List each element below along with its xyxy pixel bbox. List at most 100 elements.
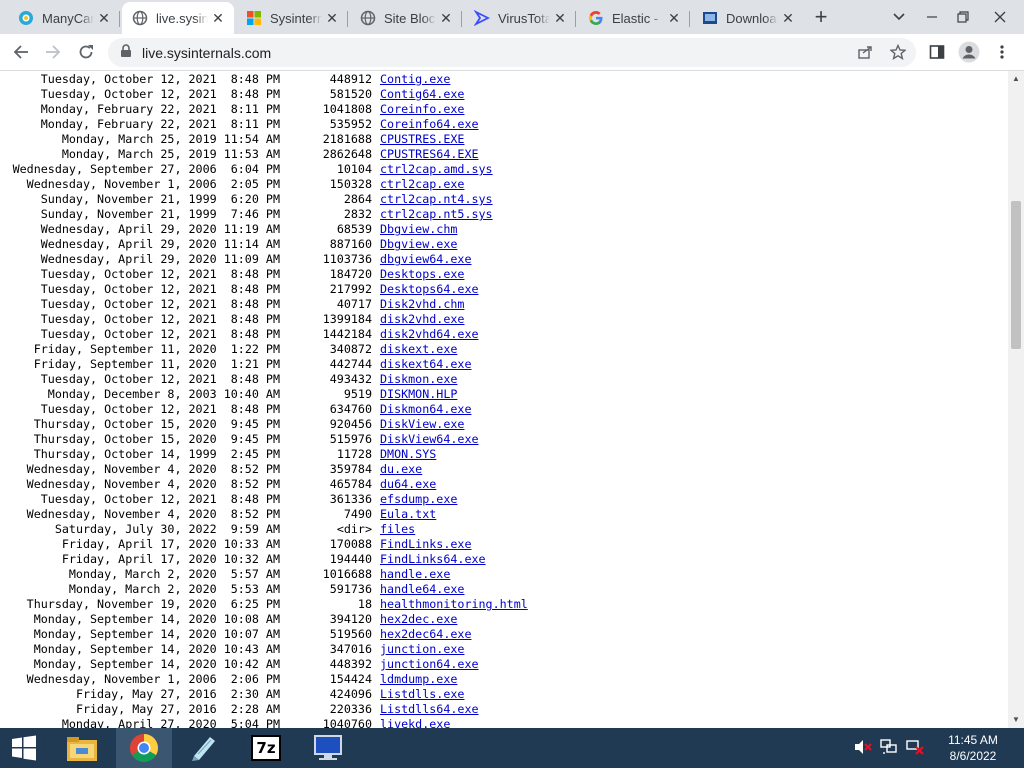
reload-button[interactable] — [71, 37, 101, 67]
file-link[interactable]: ctrl2cap.amd.sys — [380, 162, 493, 176]
file-link[interactable]: du.exe — [380, 462, 422, 476]
file-link[interactable]: DiskView64.exe — [380, 432, 479, 446]
close-icon[interactable]: ✕ — [664, 10, 684, 27]
file-date: Wednesday, November 1, 2006 2:05 PM — [26, 177, 280, 191]
file-link[interactable]: Diskmon.exe — [380, 372, 457, 386]
file-link[interactable]: Listdlls64.exe — [380, 702, 479, 716]
tab-elastic[interactable]: Elastic - ✕ — [578, 2, 690, 34]
file-link[interactable]: Dbgview.chm — [380, 222, 457, 236]
file-link[interactable]: files — [380, 522, 415, 536]
file-link[interactable]: disk2vhd.exe — [380, 312, 464, 326]
file-link[interactable]: handle64.exe — [380, 582, 464, 596]
tab-sysinternals[interactable]: Sysinternals ✕ — [236, 2, 348, 34]
file-link[interactable]: disk2vhd64.exe — [380, 327, 479, 341]
file-link[interactable]: Disk2vhd.chm — [380, 297, 464, 311]
file-link[interactable]: Contig64.exe — [380, 87, 464, 101]
file-link[interactable]: efsdump.exe — [380, 492, 457, 506]
volume-muted-icon[interactable] — [854, 739, 872, 758]
minimize-icon — [927, 16, 937, 18]
scroll-down-arrow-icon[interactable]: ▼ — [1008, 712, 1024, 728]
file-link[interactable]: CPUSTRES64.EXE — [380, 147, 479, 161]
side-panel-button[interactable] — [922, 37, 952, 67]
file-link[interactable]: Desktops.exe — [380, 267, 464, 281]
vertical-scrollbar[interactable]: ▲ ▼ — [1008, 71, 1024, 728]
file-size: 154424 — [329, 672, 372, 686]
file-link[interactable]: ctrl2cap.exe — [380, 177, 464, 191]
7zip-label: 7z — [251, 735, 281, 761]
minimize-button[interactable] — [914, 0, 950, 34]
file-link[interactable]: ldmdump.exe — [380, 672, 457, 686]
listing-row: Thursday, October 14, 1999 2:45 PM 11728 D… — [0, 447, 528, 462]
file-size: 442744 — [329, 357, 372, 371]
clock[interactable]: 11:45 AM 8/6/2022 — [938, 732, 1008, 764]
close-icon[interactable]: ✕ — [436, 10, 456, 27]
close-window-button[interactable] — [982, 0, 1018, 34]
file-link[interactable]: healthmonitoring.html — [380, 597, 528, 611]
tab-manycam[interactable]: ManyCam ✕ — [8, 2, 120, 34]
file-link[interactable]: Contig.exe — [380, 72, 450, 86]
scroll-up-arrow-icon[interactable]: ▲ — [1008, 71, 1024, 87]
file-size: 150328 — [329, 177, 372, 191]
address-bar[interactable]: live.sysinternals.com — [108, 38, 916, 67]
close-icon[interactable]: ✕ — [208, 10, 228, 27]
tab-virustotal[interactable]: VirusTotal ✕ — [464, 2, 576, 34]
listing-row: Monday, February 22, 2021 8:11 PM 535952 C… — [0, 117, 528, 132]
network-monitor-icon[interactable] — [304, 728, 352, 768]
file-size: 535952 — [329, 117, 372, 131]
chrome-icon[interactable] — [116, 728, 172, 768]
file-link[interactable]: dbgview64.exe — [380, 252, 471, 266]
share-button[interactable] — [850, 37, 880, 67]
file-date: Wednesday, April 29, 2020 11:09 AM — [40, 252, 280, 266]
file-link[interactable]: Diskmon64.exe — [380, 402, 471, 416]
scroll-thumb[interactable] — [1011, 201, 1021, 349]
file-link[interactable]: junction.exe — [380, 642, 464, 656]
file-link[interactable]: Listdlls.exe — [380, 687, 464, 701]
file-explorer-icon[interactable] — [58, 728, 106, 768]
file-link[interactable]: ctrl2cap.nt4.sys — [380, 192, 493, 206]
network-error-icon[interactable] — [906, 739, 924, 758]
new-tab-button[interactable]: + — [808, 0, 834, 34]
close-icon[interactable]: ✕ — [94, 10, 114, 27]
forward-button[interactable] — [38, 37, 68, 67]
file-link[interactable]: diskext64.exe — [380, 357, 471, 371]
close-icon[interactable]: ✕ — [550, 10, 570, 27]
file-link[interactable]: DMON.SYS — [380, 447, 436, 461]
listing-row: Wednesday, November 4, 2020 8:52 PM 46578… — [0, 477, 528, 492]
tab-live-sysinternals[interactable]: live.sysinternals.com ✕ — [122, 2, 234, 34]
file-link[interactable]: junction64.exe — [380, 657, 479, 671]
file-link[interactable]: handle.exe — [380, 567, 450, 581]
start-button[interactable] — [0, 728, 48, 768]
tab-site-blocked[interactable]: Site Blocked ✕ — [350, 2, 462, 34]
profile-button[interactable] — [954, 37, 984, 67]
close-icon[interactable]: ✕ — [322, 10, 342, 27]
file-link[interactable]: FindLinks64.exe — [380, 552, 486, 566]
file-link[interactable]: FindLinks.exe — [380, 537, 471, 551]
file-link[interactable]: hex2dec.exe — [380, 612, 457, 626]
restore-button[interactable] — [948, 0, 978, 34]
close-icon[interactable]: ✕ — [778, 10, 798, 27]
file-link[interactable]: diskext.exe — [380, 342, 457, 356]
file-link[interactable]: du64.exe — [380, 477, 436, 491]
file-link[interactable]: Coreinfo64.exe — [380, 117, 479, 131]
tab-downloads[interactable]: Downloads ✕ — [692, 2, 804, 34]
reload-icon — [79, 45, 93, 59]
file-link[interactable]: Desktops64.exe — [380, 282, 479, 296]
file-link[interactable]: CPUSTRES.EXE — [380, 132, 464, 146]
file-link[interactable]: DiskView.exe — [380, 417, 464, 431]
bookmark-button[interactable] — [883, 37, 913, 67]
file-link[interactable]: ctrl2cap.nt5.sys — [380, 207, 493, 221]
tab-search-button[interactable] — [886, 0, 912, 34]
7zip-icon[interactable]: 7z — [242, 728, 290, 768]
file-link[interactable]: hex2dec64.exe — [380, 627, 471, 641]
back-button[interactable] — [6, 37, 36, 67]
file-link[interactable]: Eula.txt — [380, 507, 436, 521]
file-link[interactable]: Dbgview.exe — [380, 237, 457, 251]
menu-button[interactable] — [987, 37, 1017, 67]
file-link[interactable]: livekd.exe — [380, 717, 450, 728]
listing-row: Tuesday, October 12, 2021 8:48 PM 634760 D… — [0, 402, 528, 417]
file-link[interactable]: Coreinfo.exe — [380, 102, 464, 116]
notepad-icon[interactable] — [180, 728, 228, 768]
file-date: Sunday, November 21, 1999 7:46 PM — [40, 207, 280, 221]
file-link[interactable]: DISKMON.HLP — [380, 387, 457, 401]
network-icon[interactable] — [880, 738, 898, 758]
